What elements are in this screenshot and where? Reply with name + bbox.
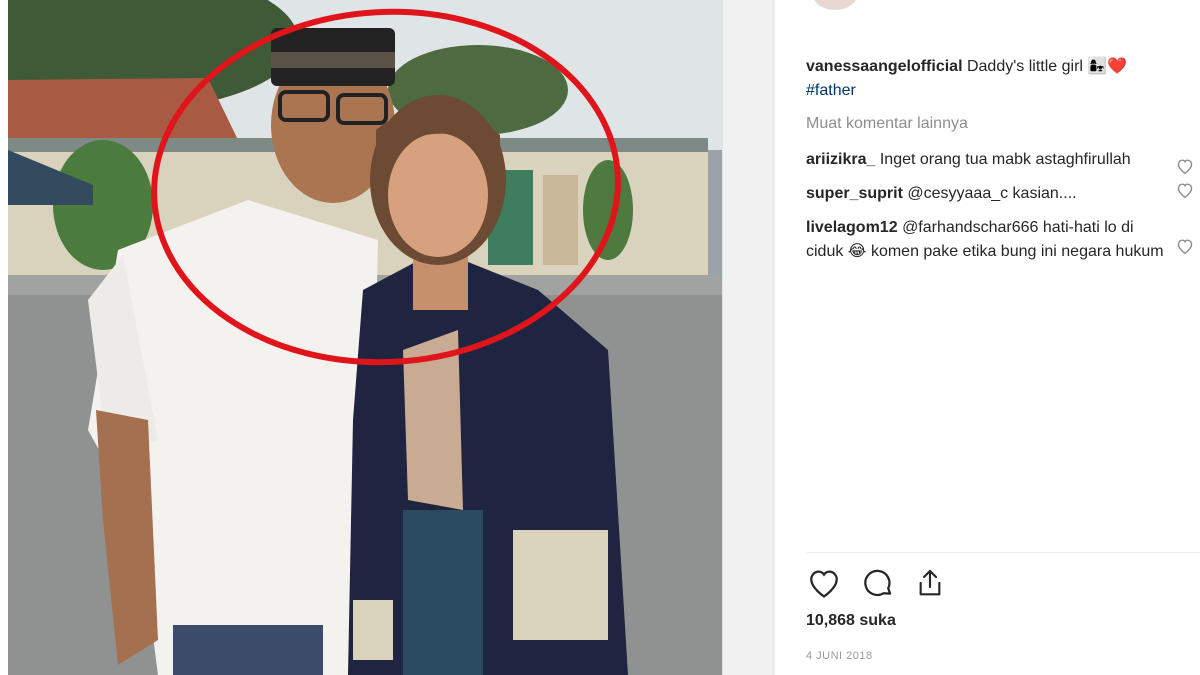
heart-icon[interactable] — [1176, 238, 1194, 255]
comment-username[interactable]: livelagom12 — [806, 219, 898, 236]
comment-list: ariizikra_ Inget orang tua mabk astaghfi… — [806, 148, 1194, 274]
like-count[interactable]: 10,868 suka — [806, 612, 896, 630]
comment-username[interactable]: ariizikra_ — [806, 151, 875, 168]
share-icon[interactable] — [912, 565, 948, 601]
caption-hashtag[interactable]: #father — [806, 82, 856, 99]
caption-username[interactable]: vanessaangelofficial — [806, 58, 963, 75]
scroll-gap — [722, 0, 774, 675]
comment-text: @cesyyaaa_c kasian.... — [907, 185, 1077, 202]
comment-text: Inget orang tua mabk astaghfirullah — [879, 151, 1131, 168]
heart-icon[interactable] — [806, 565, 842, 601]
heart-icon[interactable] — [1176, 158, 1194, 175]
comment-username[interactable]: super_suprit — [806, 185, 903, 202]
divider — [806, 552, 1200, 553]
list-item: ariizikra_ Inget orang tua mabk astaghfi… — [806, 148, 1194, 175]
post-actions — [806, 565, 1200, 601]
left-margin — [0, 0, 8, 675]
heart-icon[interactable] — [1176, 182, 1194, 199]
comment-bubble-icon[interactable] — [860, 565, 896, 601]
load-more-comments-link[interactable]: Muat komentar lainnya — [806, 115, 968, 133]
list-item: livelagom12 @farhandschar666 hati-hati l… — [806, 216, 1194, 264]
caption-text: Daddy's little girl 👩‍👧❤️ — [966, 58, 1128, 75]
photo-illustration — [8, 0, 722, 675]
post-date: 4 JUNI 2018 — [806, 650, 873, 662]
post-side-panel: vanessaangelofficial Daddy's little girl… — [775, 0, 1200, 675]
avatar[interactable] — [813, 0, 857, 10]
list-item: super_suprit @cesyyaaa_c kasian.... — [806, 182, 1194, 206]
post-photo — [8, 0, 722, 675]
post-caption: vanessaangelofficial Daddy's little girl… — [806, 55, 1186, 103]
